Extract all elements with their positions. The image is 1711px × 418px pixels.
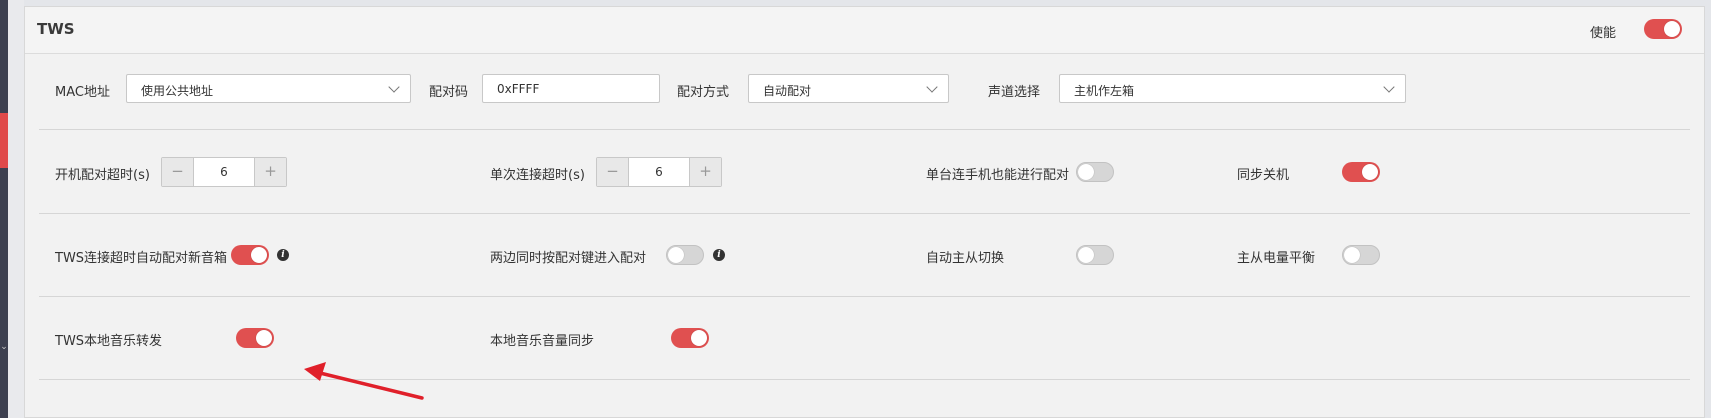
auto-master-slave-switch-toggle[interactable] [1076, 245, 1114, 265]
mac-address-label: MAC地址 [55, 85, 110, 100]
row-divider [39, 296, 1690, 297]
chevron-down-icon [1383, 81, 1395, 93]
tws-timeout-auto-pair-label: TWS连接超时自动配对新音箱 [55, 251, 228, 266]
single-connect-timeout-stepper: − 6 + [596, 157, 722, 187]
sync-shutdown-label: 同步关机 [1237, 168, 1290, 183]
single-connect-timeout-value[interactable]: 6 [629, 158, 689, 186]
row-divider [39, 129, 1690, 130]
single-connect-timeout-label: 单次连接超时(s) [490, 168, 585, 183]
info-icon[interactable]: i [713, 249, 725, 261]
boot-pair-timeout-label: 开机配对超时(s) [55, 168, 150, 183]
panel-title: TWS [37, 20, 75, 38]
row-divider [39, 213, 1690, 214]
enable-toggle[interactable] [1644, 19, 1682, 39]
channel-select-value: 主机作左箱 [1074, 84, 1135, 98]
minus-icon[interactable]: − [162, 158, 194, 186]
sync-shutdown-toggle[interactable] [1342, 162, 1380, 182]
local-music-volume-sync-toggle[interactable] [671, 328, 709, 348]
pair-mode-value: 自动配对 [763, 84, 812, 98]
enable-label: 使能 [1589, 26, 1616, 41]
both-press-pair-toggle[interactable] [666, 245, 704, 265]
single-phone-pair-toggle[interactable] [1076, 162, 1114, 182]
info-icon[interactable]: i [277, 249, 289, 261]
pair-mode-select[interactable]: 自动配对 [748, 74, 949, 103]
mac-address-select[interactable]: 使用公共地址 [126, 74, 411, 103]
boot-pair-timeout-stepper: − 6 + [161, 157, 287, 187]
panel-header: TWS 使能 [25, 7, 1704, 54]
local-music-volume-sync-label: 本地音乐音量同步 [490, 334, 595, 349]
app-sidebar-strip [0, 0, 8, 418]
tws-local-music-forward-label: TWS本地音乐转发 [55, 334, 163, 349]
boot-pair-timeout-value[interactable]: 6 [194, 158, 254, 186]
pair-code-input[interactable] [482, 74, 660, 103]
channel-select-label: 声道选择 [988, 85, 1041, 100]
chevron-down-icon [926, 81, 938, 93]
pair-code-label: 配对码 [429, 85, 469, 100]
mac-address-value: 使用公共地址 [141, 84, 214, 98]
sidebar-active-indicator [0, 113, 8, 168]
plus-icon[interactable]: + [689, 158, 721, 186]
pair-mode-label: 配对方式 [677, 85, 730, 100]
content-gutter [8, 0, 24, 418]
row-divider [39, 379, 1690, 380]
battery-balance-toggle[interactable] [1342, 245, 1380, 265]
tws-local-music-forward-toggle[interactable] [236, 328, 274, 348]
channel-select[interactable]: 主机作左箱 [1059, 74, 1406, 103]
auto-master-slave-switch-label: 自动主从切换 [926, 251, 1005, 266]
battery-balance-label: 主从电量平衡 [1237, 251, 1316, 266]
sidebar-collapse-icon[interactable]: ⌄ [0, 342, 8, 352]
chevron-down-icon [388, 81, 400, 93]
tws-settings-panel: TWS 使能 MAC地址 使用公共地址 配对码 配对方式 自动配对 声道选择 主… [24, 6, 1705, 418]
tws-timeout-auto-pair-toggle[interactable] [231, 245, 269, 265]
both-press-pair-label: 两边同时按配对键进入配对 [490, 251, 647, 266]
single-phone-pair-label: 单台连手机也能进行配对 [926, 168, 1070, 183]
minus-icon[interactable]: − [597, 158, 629, 186]
plus-icon[interactable]: + [254, 158, 286, 186]
